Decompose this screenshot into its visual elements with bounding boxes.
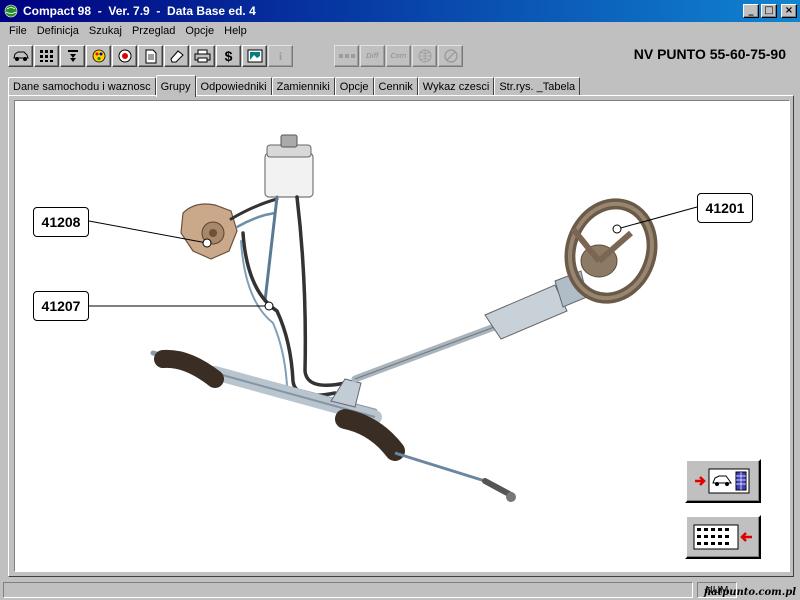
parts-diagram-canvas[interactable]: 41208 41207 41201 <box>14 100 790 572</box>
menu-help[interactable]: Help <box>219 25 252 37</box>
tab-cennik[interactable]: Cennik <box>373 77 418 96</box>
car-button[interactable] <box>8 45 33 67</box>
arrow-right-car-icon <box>695 468 750 494</box>
watermark-text: fiatpunto.com.pl <box>703 587 796 598</box>
picture-button[interactable] <box>242 45 267 67</box>
palette-icon <box>92 49 105 63</box>
minimize-button[interactable]: _ <box>743 4 759 18</box>
grid-icon <box>39 50 53 62</box>
grid-arrow-left-icon <box>693 524 752 550</box>
disabled-button-1[interactable] <box>334 45 359 67</box>
arrow-down-icon <box>67 50 78 62</box>
close-button[interactable]: × <box>781 4 797 18</box>
tab-strip: Dane samochodu i waznosc Grupy Odpowiedn… <box>8 74 581 97</box>
callout-41207[interactable]: 41207 <box>33 291 89 321</box>
power-steering-pump <box>180 203 238 260</box>
dollar-icon: $ <box>224 48 233 64</box>
diff-label: Diff <box>366 52 379 60</box>
vehicle-info-nav-button[interactable] <box>685 459 761 503</box>
palette-button[interactable] <box>86 45 111 67</box>
document-icon <box>145 49 156 63</box>
eraser-icon <box>169 50 184 63</box>
diff-button[interactable]: Diff <box>360 45 385 67</box>
menu-opcje[interactable]: Opcje <box>180 25 219 37</box>
car-icon <box>12 51 29 61</box>
printer-icon <box>194 49 211 63</box>
com-button[interactable]: Com <box>386 45 411 67</box>
target-button[interactable] <box>112 45 137 67</box>
hydraulic-hoses <box>229 195 347 402</box>
no-entry-icon <box>443 49 458 63</box>
info-button[interactable]: i <box>268 45 293 67</box>
callout-41208[interactable]: 41208 <box>33 207 89 237</box>
printer-button[interactable] <box>190 45 215 67</box>
steering-column <box>351 270 588 383</box>
document-button[interactable] <box>138 45 163 67</box>
tab-opcje[interactable]: Opcje <box>334 77 374 96</box>
com-label: Com <box>390 52 407 60</box>
menu-szukaj[interactable]: Szukaj <box>84 25 127 37</box>
steering-system-illustration <box>88 134 698 502</box>
globe-icon <box>418 49 431 63</box>
dollar-button[interactable]: $ <box>216 45 241 67</box>
no-entry-button[interactable] <box>438 45 463 67</box>
tab-odpowiedniki[interactable]: Odpowiedniki <box>195 77 272 96</box>
status-bar: NUM <box>0 580 800 600</box>
menu-definicja[interactable]: Definicja <box>32 25 84 37</box>
tab-grupy[interactable]: Grupy <box>155 75 196 97</box>
vehicle-model-label: NV PUNTO 55-60-75-90 <box>633 46 786 62</box>
app-globe-icon <box>3 3 19 19</box>
target-icon <box>118 49 131 63</box>
tab-dane-samochodu[interactable]: Dane samochodu i waznosc <box>8 77 156 96</box>
steering-rack <box>150 349 516 502</box>
grid-button[interactable] <box>34 45 59 67</box>
menu-bar: File Definicja Szukaj Przeglad Opcje Hel… <box>0 22 800 40</box>
callout-41201[interactable]: 41201 <box>697 193 753 223</box>
title-bar[interactable]: Compact 98 - Ver. 7.9 - Data Base ed. 4 … <box>0 0 800 22</box>
globe-button[interactable] <box>412 45 437 67</box>
window-title: Compact 98 - Ver. 7.9 - Data Base ed. 4 <box>23 4 256 18</box>
menu-file[interactable]: File <box>4 25 32 37</box>
eraser-button[interactable] <box>164 45 189 67</box>
info-icon: i <box>278 48 283 63</box>
tab-zamienniki[interactable]: Zamienniki <box>271 77 335 96</box>
status-message <box>3 582 693 598</box>
fluid-reservoir <box>264 134 314 198</box>
picture-icon <box>247 49 262 63</box>
grid-small-icon <box>338 54 355 58</box>
maximize-button[interactable]: □ <box>761 4 777 18</box>
tab-str-rys-tabela[interactable]: Str.rys. _Tabela <box>494 77 581 96</box>
arrow-down-button[interactable] <box>60 45 85 67</box>
groups-grid-nav-button[interactable] <box>685 515 761 559</box>
tab-wykaz-czesci[interactable]: Wykaz czesci <box>417 77 495 96</box>
app-window: Compact 98 - Ver. 7.9 - Data Base ed. 4 … <box>0 0 800 600</box>
menu-przeglad[interactable]: Przeglad <box>127 25 180 37</box>
